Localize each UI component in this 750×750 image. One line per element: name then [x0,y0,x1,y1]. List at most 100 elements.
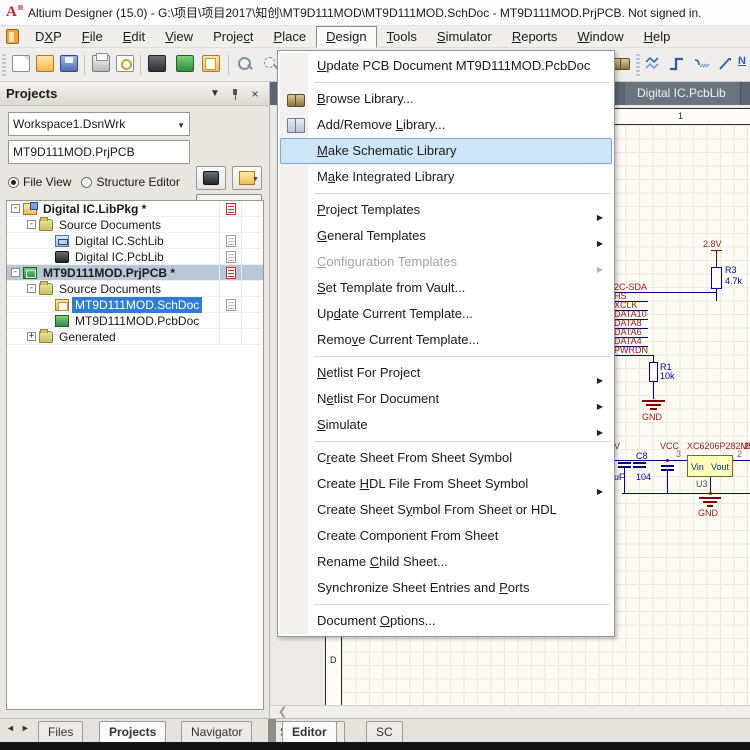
horizontal-scrollbar[interactable]: ❮ [270,705,750,718]
dropdown-chevron-icon[interactable]: ▼ [252,176,259,183]
file-view-radio[interactable] [8,176,19,188]
open-documents-button[interactable]: ▼ [232,166,262,190]
open-document-icon[interactable] [36,55,54,72]
panel-pin-icon[interactable] [227,87,243,101]
menu-item-remove-current-template[interactable]: Remove Current Template... [280,327,612,353]
panel-menu-chevron-icon[interactable]: ▼ [207,87,223,101]
scroll-left-arrow-icon[interactable]: ❮ [278,706,287,718]
place-net-label-icon[interactable]: N [738,55,750,73]
collapse-icon[interactable]: - [11,268,20,277]
menu-item-make-integrated-library[interactable]: Make Integrated Library [280,164,612,190]
menu-item-create-sheet-from-sheet-symbol[interactable]: Create Sheet From Sheet Symbol [280,445,612,471]
menu-item-netlist-for-project[interactable]: Netlist For Project ▶ [280,360,612,386]
collapse-icon[interactable]: - [27,284,36,293]
gnd-label[interactable]: GND [642,413,662,422]
menu-item-browse-library[interactable]: Browse Library... [280,86,612,112]
menu-item-create-sheet-symbol-from-sheet-or-hdl[interactable]: Create Sheet Symbol From Sheet or HDL [280,497,612,523]
structure-editor-radio[interactable] [81,176,93,188]
tree-item-label[interactable]: Source Documents [56,217,164,233]
print-preview-icon[interactable] [116,55,134,72]
place-wire-icon[interactable] [644,55,662,73]
menubar-item-edit[interactable]: Edit [113,26,155,48]
menu-item-update-pcb-document-mt9d111mod-pcbdoc[interactable]: Update PCB Document MT9D111MOD.PcbDoc [280,53,612,79]
menu-item-set-template-from-vault[interactable]: Set Template from Vault... [280,275,612,301]
menubar-item-window[interactable]: Window [567,26,633,48]
tab-projects[interactable]: Projects [99,721,167,742]
menu-item-project-templates[interactable]: Project Templates ▶ [280,197,612,223]
tree-row-digital-ic-libpkg[interactable]: - Digital IC.LibPkg * [7,201,263,217]
place-line-icon[interactable] [716,55,734,73]
tree-row-generated[interactable]: + Generated [7,328,263,345]
net-label-pwrdn[interactable]: PWRDN [614,346,648,355]
menu-item-make-schematic-library[interactable]: Make Schematic Library [280,138,612,164]
menubar-item-place[interactable]: Place [264,26,317,48]
regulator-body-u3[interactable]: Vin Vout [687,455,733,477]
expand-icon[interactable]: + [27,332,36,341]
tree-item-label[interactable]: Digital IC.SchLib [72,233,167,249]
cap-value[interactable]: 104 [636,473,651,482]
menubar-item-dxp[interactable]: DXP [25,26,72,48]
tree-item-label[interactable]: Source Documents [56,281,164,297]
tree-row-source-documents[interactable]: - Source Documents [7,280,263,297]
menu-item-general-templates[interactable]: General Templates ▶ [280,223,612,249]
resistor-r3[interactable] [711,267,722,289]
menu-item-document-options[interactable]: Document Options... [280,608,612,634]
zoom-document-icon[interactable] [236,55,254,72]
tree-row-digital-ic-schlib[interactable]: Digital IC.SchLib [7,233,263,249]
document-tab[interactable]: Digital IC.PcbLib [625,82,741,105]
menubar-item-tools[interactable]: Tools [377,26,427,48]
menu-item-create-component-from-sheet[interactable]: Create Component From Sheet [280,523,612,549]
toolbar-grip[interactable] [636,54,640,76]
pcb-document-icon[interactable] [176,55,194,72]
resistor-r1[interactable] [649,362,658,382]
collapse-icon[interactable]: - [27,220,36,229]
components-panel-button[interactable] [196,166,226,190]
tab-editor[interactable]: Editor [282,721,337,742]
menu-item-configuration-templates[interactable]: Configuration Templates ▶ [280,249,612,275]
tree-row-source-documents[interactable]: - Source Documents [7,216,263,233]
tree-row-digital-ic-pcblib[interactable]: Digital IC.PcbLib [7,249,263,265]
project-combo[interactable]: MT9D111MOD.PrjPCB [8,140,190,164]
menubar-item-design[interactable]: Design [316,25,377,48]
menu-item-create-hdl-file-from-sheet-symbol[interactable]: Create HDL File From Sheet Symbol ▶ [280,471,612,497]
place-bus-icon[interactable] [668,55,686,73]
tab-sc[interactable]: SC [366,721,403,742]
tree-item-label[interactable]: Digital IC.PcbLib [72,249,167,265]
panel-splitter[interactable] [268,719,276,743]
save-document-icon[interactable] [60,55,78,72]
r3-value[interactable]: 4.7k [725,277,742,286]
r1-value[interactable]: 10k [660,372,675,381]
power-net-label[interactable]: 2.8V [703,240,722,249]
menu-item-add-remove-library[interactable]: Add/Remove Library... [280,112,612,138]
dxp-app-icon[interactable] [6,29,19,44]
menubar-item-reports[interactable]: Reports [502,26,568,48]
menubar-item-view[interactable]: View [155,26,203,48]
tree-row-mt9d111mod-schdoc[interactable]: MT9D111MOD.SchDoc [7,296,263,313]
panel-close-icon[interactable]: × [247,87,263,101]
menu-item-update-current-template[interactable]: Update Current Template... [280,301,612,327]
workspace-combo[interactable]: Workspace1.DsnWrk ▼ [8,112,190,136]
tab-files[interactable]: Files [38,721,84,742]
schematic-sheet-icon[interactable] [202,55,220,72]
cap-value-cut[interactable]: uF [614,473,625,482]
r3-designator[interactable]: R3 [725,266,737,275]
menu-item-simulate[interactable]: Simulate ▶ [280,412,612,438]
panel-tab-scroll-arrows[interactable]: ◄► [6,723,36,733]
tree-item-label[interactable]: MT9D111MOD.PcbDoc [72,313,202,329]
menubar-item-help[interactable]: Help [634,26,681,48]
menu-item-rename-child-sheet[interactable]: Rename Child Sheet... [280,549,612,575]
gnd-label[interactable]: GND [698,509,718,518]
tree-row-mt9d111mod-pcbdoc[interactable]: MT9D111MOD.PcbDoc [7,313,263,329]
combo-chevron-icon[interactable]: ▼ [177,121,185,130]
print-icon[interactable] [92,53,110,72]
tree-item-label[interactable]: MT9D111MOD.PrjPCB * [40,265,178,281]
toolbar-grip[interactable] [2,54,6,76]
regulator-designator[interactable]: U3 [696,480,708,489]
tree-row-mt9d111mod-prjpcb[interactable]: - MT9D111MOD.PrjPCB * [7,265,263,281]
place-bus-entry-icon[interactable] [692,55,710,73]
menubar-item-project[interactable]: Project [203,26,263,48]
regulator-part-number[interactable]: XC6206P282MR [687,442,750,451]
new-document-icon[interactable] [12,55,30,72]
collapse-icon[interactable]: - [11,204,20,213]
tree-item-label[interactable]: Digital IC.LibPkg * [40,201,149,217]
